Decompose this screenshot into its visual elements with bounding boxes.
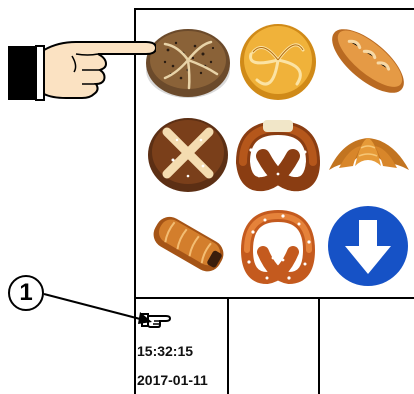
product-button-baguette-roll[interactable] [322,16,414,106]
butter-pretzel-image [236,120,321,192]
product-button-chocolate-croissant[interactable] [142,200,234,290]
sugar-pretzel-image [241,209,316,285]
scroll-down-button[interactable] [322,200,414,290]
product-button-pretzel-roll[interactable] [142,108,234,198]
panel-top-border [134,8,414,10]
callout-arrow [43,293,152,324]
callout-number-badge: 1 [8,275,44,311]
status-cell-divider-1 [227,297,229,394]
annotation-pointing-hand-icon [8,41,156,101]
baguette-roll-image [332,29,404,93]
down-arrow-icon [328,206,408,286]
product-button-sugar-pretzel[interactable] [232,200,324,290]
product-button-kaiser-roll[interactable] [232,16,324,106]
croissant-image [329,138,409,170]
kaiser-roll-image [240,24,316,100]
status-bar-top-border [134,297,414,299]
product-button-croissant[interactable] [322,108,414,198]
callout-number: 1 [19,279,33,306]
status-date: 2017-01-11 [137,372,208,388]
status-cell-divider-2 [318,297,320,394]
poppy-seed-roll-image [146,29,230,98]
product-button-butter-pretzel[interactable] [232,108,324,198]
status-time: 15:32:15 [137,343,194,359]
chocolate-croissant-image [153,216,224,272]
pretzel-roll-image [148,118,228,192]
